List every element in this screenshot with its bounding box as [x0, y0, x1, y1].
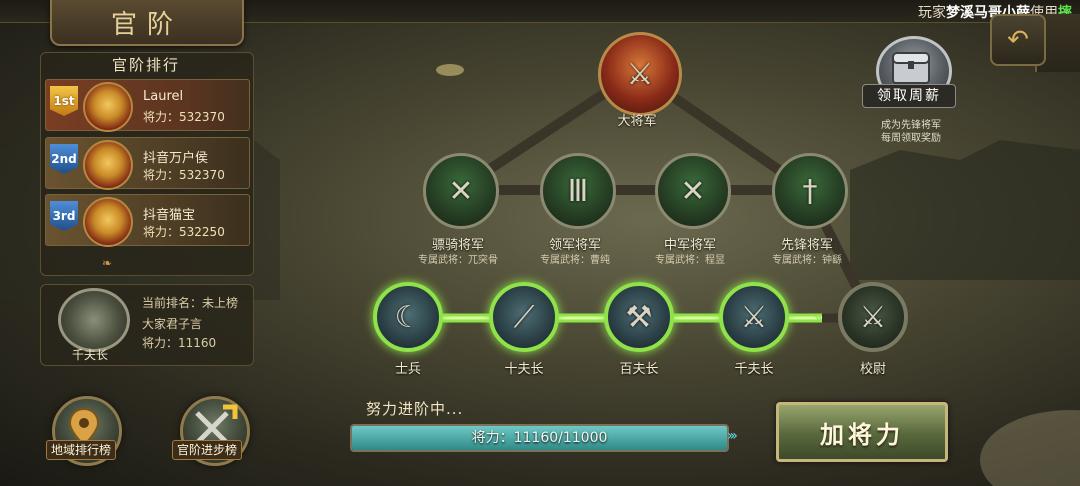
rank-label: 士兵	[394, 362, 421, 377]
rank-label: 百夫长	[619, 362, 659, 377]
power-progress-bar: 将力：11160/11000	[350, 424, 729, 452]
rank-node-general[interactable]: ✕	[655, 153, 731, 229]
add-power-button[interactable]: 加将力	[776, 402, 948, 462]
swords-icon: ✕	[448, 173, 474, 209]
glaive-icon: ⚔	[740, 299, 768, 335]
rank-node-general[interactable]: Ⅲ	[540, 153, 616, 229]
halberd-icon: ⚒	[625, 299, 653, 335]
crossed-weapons-icon: ⚔	[626, 56, 654, 92]
exclusive-general: 专属武将：曹纯	[540, 255, 610, 266]
progress-status: 努力进阶中...	[366, 400, 464, 418]
exclusive-general: 专属武将：程昱	[655, 255, 725, 266]
rank-label: 大将军	[617, 114, 657, 129]
blade-icon: ⚔	[859, 299, 887, 335]
sickle-icon: ☾	[394, 299, 422, 335]
rank-node-soldier[interactable]: ⚒	[604, 282, 674, 352]
exclusive-general: 专属武将：钟繇	[772, 255, 842, 266]
arrows-icon: ›››	[727, 428, 738, 444]
rank-label: 十夫长	[504, 362, 544, 377]
rank-node-soldier[interactable]: ⚔	[838, 282, 908, 352]
swords-icon: Ⅲ	[567, 173, 589, 209]
progress-text: 将力：11160/11000	[471, 430, 608, 446]
rank-label: 千夫长	[734, 362, 774, 377]
rank-label: 校尉	[859, 362, 886, 377]
swords-icon: ✕	[680, 173, 706, 209]
rank-node-soldier[interactable]: ☾	[373, 282, 443, 352]
spear-icon: ⟋	[513, 299, 535, 335]
rank-node-grand-general[interactable]: ⚔	[598, 32, 682, 116]
rank-node-soldier[interactable]: ⚔	[719, 282, 789, 352]
rank-node-general[interactable]: ✕	[423, 153, 499, 229]
rank-node-general[interactable]: †	[772, 153, 848, 229]
rank-node-soldier[interactable]: ⟋	[489, 282, 559, 352]
exclusive-general: 专属武将：兀突骨	[418, 255, 498, 266]
sword-icon: †	[802, 173, 818, 209]
svg-text:»: »	[814, 311, 823, 327]
